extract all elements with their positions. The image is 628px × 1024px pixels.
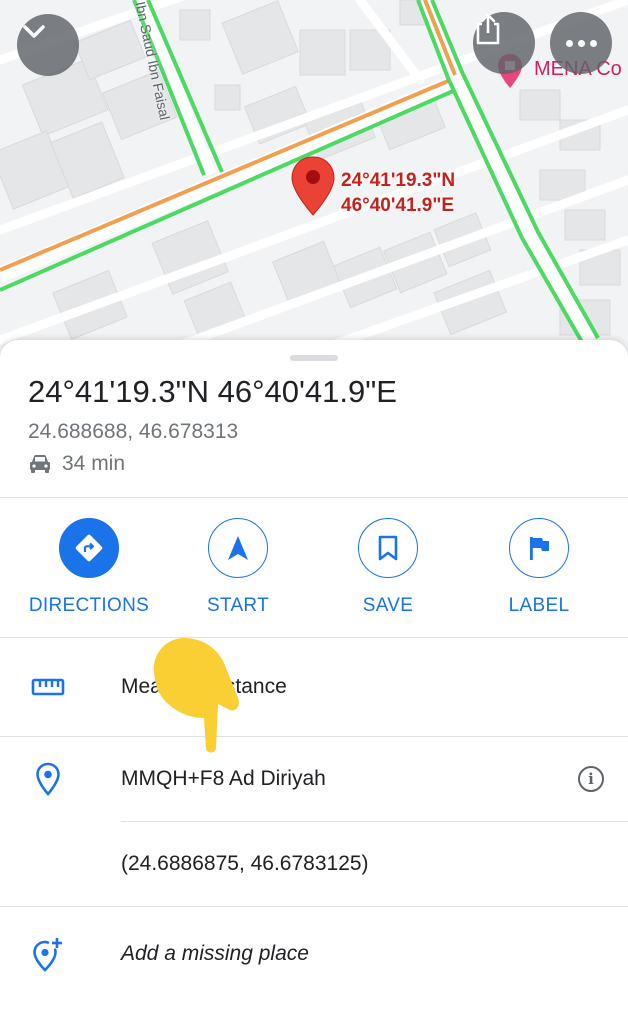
- place-marker-icon: [36, 762, 60, 796]
- place-sheet: 24°41'19.3"N 46°40'41.9"E 24.688688, 46.…: [0, 340, 628, 1024]
- start-button[interactable]: START: [163, 518, 313, 617]
- drag-handle[interactable]: [290, 355, 338, 361]
- plus-code-text: MMQH+F8 Ad Diriyah: [121, 767, 326, 790]
- pin-lng: 46°40'41.9"E: [341, 195, 455, 216]
- pointing-hand-icon: [153, 638, 239, 753]
- full-coordinates-row[interactable]: (24.6886875, 46.6783125): [0, 822, 628, 906]
- location-pin-icon: [291, 156, 335, 216]
- map-view[interactable]: Ibn Saud Ibn Faisal 24°41'19.3"N 46°40'4…: [0, 0, 628, 360]
- save-icon-circle: [358, 518, 418, 578]
- chevron-down-icon: [23, 25, 45, 38]
- save-button[interactable]: SAVE: [313, 518, 463, 617]
- start-icon-circle: [208, 518, 268, 578]
- collapse-button[interactable]: [17, 14, 79, 76]
- full-coordinates-text: (24.6886875, 46.6783125): [121, 852, 369, 875]
- add-missing-place-label: Add a missing place: [121, 942, 309, 965]
- label-button[interactable]: LABEL: [464, 518, 614, 617]
- drive-time: 34 min: [28, 452, 125, 476]
- directions-label: DIRECTIONS: [28, 595, 150, 616]
- measure-distance-row[interactable]: Measure distance: [0, 638, 628, 736]
- add-place-icon-wrap: [28, 936, 68, 972]
- share-button[interactable]: [473, 12, 535, 74]
- plus-code-row[interactable]: MMQH+F8 Ad Diriyah i: [0, 737, 628, 821]
- action-bar: DIRECTIONS START SAVE LABEL: [0, 518, 628, 636]
- share-icon: [476, 13, 500, 45]
- more-options-button[interactable]: [550, 12, 612, 74]
- info-icon[interactable]: i: [578, 766, 604, 792]
- pin-coordinates-label: 24°41'19.3"N 46°40'41.9"E: [341, 168, 455, 218]
- directions-icon-circle: [59, 518, 119, 578]
- directions-button[interactable]: DIRECTIONS: [14, 518, 164, 617]
- ruler-icon: [31, 678, 65, 696]
- flag-icon: [530, 537, 549, 560]
- directions-icon: [75, 534, 103, 562]
- car-icon: [30, 455, 50, 473]
- ruler-icon-wrap: [28, 677, 68, 697]
- place-icon-wrap: [28, 762, 68, 796]
- start-label: START: [206, 595, 270, 616]
- decimal-coordinates: 24.688688, 46.678313: [28, 420, 239, 443]
- add-missing-place-row[interactable]: Add a missing place: [0, 907, 628, 1001]
- label-icon-circle: [509, 518, 569, 578]
- drive-time-text: 34 min: [62, 452, 126, 475]
- label-label: LABEL: [508, 595, 570, 616]
- place-title: 24°41'19.3"N 46°40'41.9"E: [28, 374, 397, 409]
- add-location-icon: [33, 938, 62, 972]
- divider: [0, 497, 628, 498]
- save-label: SAVE: [362, 595, 414, 616]
- pin-lat: 24°41'19.3"N: [341, 170, 456, 191]
- map-canvas: [0, 0, 628, 360]
- bookmark-icon: [378, 535, 398, 561]
- navigation-arrow-icon: [228, 536, 248, 560]
- more-icon: [565, 39, 597, 47]
